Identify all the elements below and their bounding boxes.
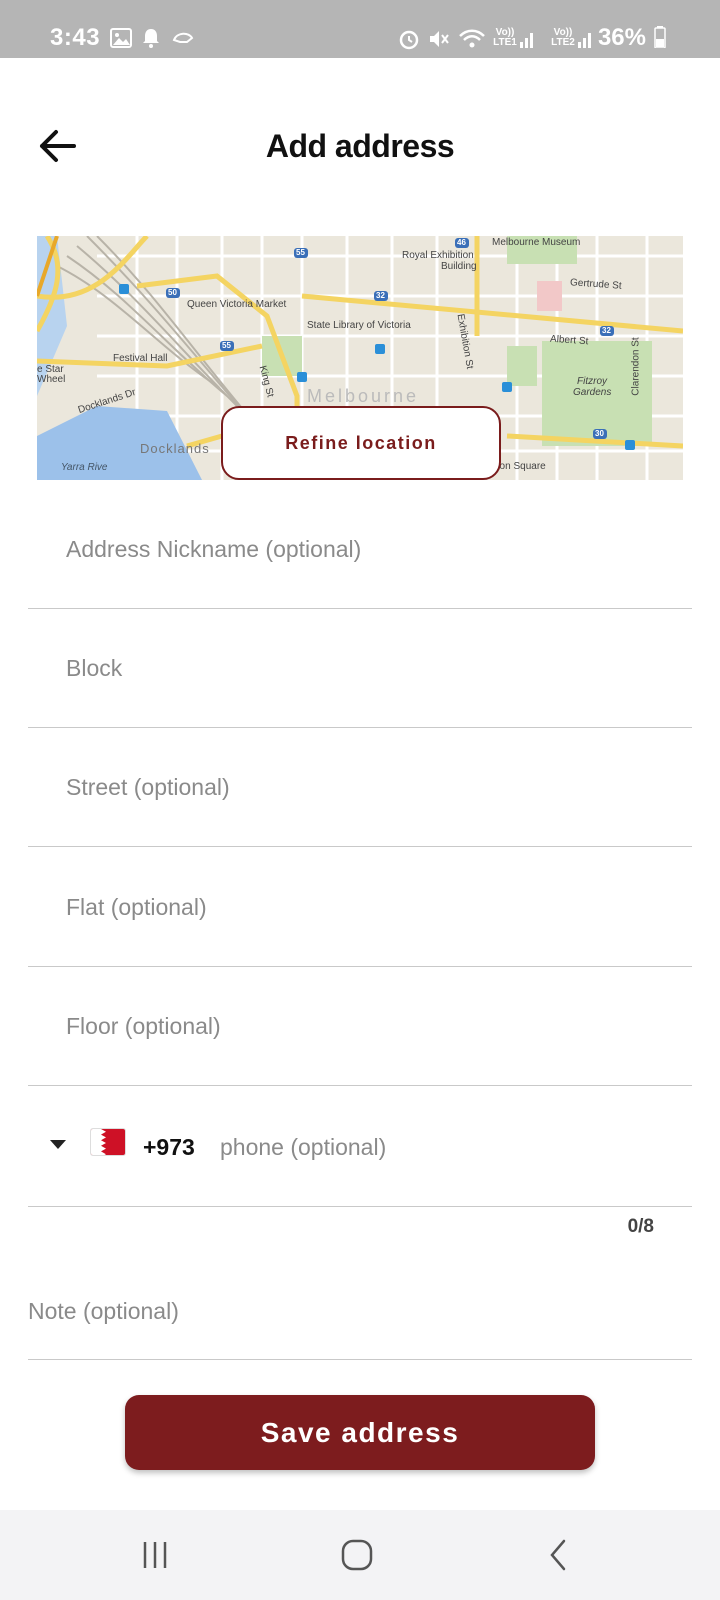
mute-icon — [430, 31, 449, 47]
map-label: Melbourne — [307, 386, 420, 406]
flat-field[interactable]: Flat (optional) — [28, 848, 692, 967]
map-label: Clarendon St — [630, 337, 642, 396]
home-button[interactable] — [317, 1510, 397, 1600]
alarm-icon — [399, 30, 419, 50]
battery-icon — [654, 26, 666, 48]
signal-2-icon — [578, 33, 591, 48]
map-label: Queen Victoria Market — [187, 299, 287, 310]
chevron-left-icon — [550, 1539, 566, 1571]
wifi-icon — [459, 29, 485, 48]
refine-location-button[interactable]: Refine location — [221, 406, 501, 480]
network-1-label: Vo)) LTE1 — [493, 27, 517, 48]
map-label: Fitzroy — [577, 376, 607, 387]
map-label: Docklands — [140, 441, 210, 456]
tram-route-number: 32 — [376, 291, 385, 300]
street-field[interactable]: Street (optional) — [28, 728, 692, 847]
network-2-label: Vo)) LTE2 — [551, 27, 575, 48]
status-time: 3:43 — [50, 24, 101, 51]
status-bar: 3:43 Vo)) LTE1 Vo)) LTE2 36% — [0, 0, 720, 58]
map-label: Gardens — [573, 387, 612, 398]
recent-apps-button[interactable] — [115, 1510, 195, 1600]
map-label: Wheel — [37, 374, 66, 385]
tram-route-number: 50 — [168, 288, 177, 297]
note-placeholder: Note (optional) — [28, 1298, 179, 1324]
tram-route-number: 55 — [296, 248, 305, 257]
country-dropdown-caret-icon[interactable] — [50, 1140, 66, 1149]
note-field[interactable]: Note (optional) — [28, 1240, 692, 1360]
tracker-icon — [172, 32, 194, 43]
signal-1-icon — [520, 33, 533, 48]
recent-apps-icon — [143, 1542, 167, 1568]
bahrain-flag-icon[interactable] — [90, 1128, 126, 1156]
system-back-button[interactable] — [518, 1510, 598, 1600]
save-address-button[interactable]: Save address — [125, 1395, 595, 1470]
map-label: Royal Exhibition — [402, 250, 474, 261]
page-title: Add address — [265, 128, 455, 164]
home-icon — [341, 1539, 373, 1571]
bell-icon — [143, 29, 159, 48]
map-label: Building — [441, 261, 477, 272]
phone-placeholder: phone (optional) — [220, 1134, 387, 1160]
flat-placeholder: Flat (optional) — [66, 894, 207, 920]
dial-code[interactable]: +973 — [143, 1134, 195, 1161]
map-label: State Library of Victoria — [307, 320, 411, 331]
street-placeholder: Street (optional) — [66, 774, 230, 800]
tram-route-number: 46 — [457, 238, 466, 247]
phone-character-counter: 0/8 — [627, 1216, 654, 1237]
system-nav-bar — [0, 1510, 720, 1600]
image-icon — [110, 28, 132, 48]
address-nickname-field[interactable]: Address Nickname (optional) — [28, 490, 692, 609]
map-label: Festival Hall — [113, 353, 168, 364]
tram-route-number: 30 — [595, 429, 604, 438]
battery-percent: 36% — [597, 24, 646, 51]
floor-field[interactable]: Floor (optional) — [28, 967, 692, 1086]
map-label: Yarra Rive — [61, 462, 108, 473]
block-field[interactable]: Block — [28, 609, 692, 728]
address-nickname-placeholder: Address Nickname (optional) — [66, 536, 362, 562]
tram-route-number: 32 — [602, 326, 611, 335]
map-label: Melbourne Museum — [492, 237, 581, 248]
phone-field[interactable]: +973 phone (optional) — [28, 1088, 692, 1207]
block-placeholder: Block — [66, 655, 123, 681]
tram-route-number: 55 — [222, 341, 231, 350]
floor-placeholder: Floor (optional) — [66, 1013, 221, 1039]
